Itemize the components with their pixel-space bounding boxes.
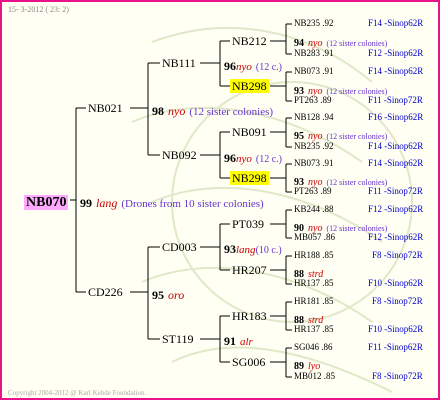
root-note: (Drones from 10 sister colonies) — [121, 198, 264, 210]
gen4-6-bot[interactable]: HR137 .85 — [294, 325, 334, 334]
gen4-0-note: (12 sister colonies) — [326, 39, 388, 48]
gen4-1-top-code: F14 -Sinop62R — [368, 66, 424, 76]
cd003-score: 93 — [224, 242, 236, 256]
gen4-0-bot[interactable]: NB283 .91 — [294, 49, 334, 58]
gen2-nb111-info: 98 nyo (12 sister colonies) — [152, 103, 273, 119]
gen2-node-st119[interactable]: ST119 — [162, 333, 194, 345]
nb298-label-a[interactable]: NB298 — [230, 79, 269, 93]
gen4-1-top[interactable]: NB073 .91 — [294, 67, 334, 76]
gen4-7-bot[interactable]: MB012 .85 — [294, 372, 335, 381]
gen4-6-top[interactable]: HR181 .85 — [294, 297, 334, 306]
gen4-4-top[interactable]: KB244 .88 — [294, 205, 334, 214]
gen4-3-bot[interactable]: PT263 .89 — [294, 187, 332, 196]
root-info: 99 lang (Drones from 10 sister colonies) — [80, 195, 264, 211]
gen2-node-cd003[interactable]: CD003 — [162, 241, 197, 253]
gen4-2-bot-code: F14 -Sinop62R — [368, 141, 424, 151]
gen4-1-bot-code: F11 -Sinop72R — [368, 95, 423, 105]
st119-score: 91 — [224, 334, 236, 348]
gen4-4-bot[interactable]: MB057 .86 — [294, 233, 335, 242]
gen3-node-hr183[interactable]: HR183 — [232, 310, 267, 322]
nb111-note: (12 sister colonies) — [189, 106, 274, 118]
gen4-7-top-code: F11 -Sinop62R — [368, 342, 423, 352]
gen4-0-top-code: F14 -Sinop62R — [368, 18, 424, 28]
gen3-node-sg006[interactable]: SG006 — [232, 356, 265, 368]
gen4-6-top-code: F8 -Sinop72R — [372, 296, 423, 306]
gen4-0-bot-code: F12 -Sinop62R — [368, 48, 424, 58]
pedigree-frame: 15- 3-2012 ( 23: 2) Copyright 2004-2012 … — [0, 0, 440, 400]
gen4-3-top-code: F14 -Sinop62R — [368, 158, 424, 168]
gen3-node-hr207[interactable]: HR207 — [232, 264, 267, 276]
gen4-2-note: (12 sister colonies) — [326, 132, 388, 141]
gen3-node-nb298-a[interactable]: NB298 — [230, 79, 269, 93]
gen4-2-top-code: F16 -Sinop62R — [368, 112, 424, 122]
st119-race: alr — [240, 336, 253, 348]
root-id[interactable]: NB070 — [24, 195, 69, 210]
gen2-node-nb092[interactable]: NB092 — [162, 149, 197, 161]
gen3-node-nb212[interactable]: NB212 — [232, 35, 267, 47]
nb298-label-b[interactable]: NB298 — [230, 171, 269, 185]
root-node[interactable]: NB070 — [24, 194, 69, 210]
gen4-7-top[interactable]: SG046 .86 — [294, 343, 333, 352]
gen3-node-nb091[interactable]: NB091 — [232, 126, 267, 138]
gen1-cd226-info: 95 oro — [152, 287, 184, 303]
gen1-node-cd226[interactable]: CD226 — [88, 286, 123, 298]
gen4-6-bot-code: F10 -Sinop62R — [368, 324, 424, 334]
root-race: lang — [96, 196, 118, 210]
gen4-5-bot-code: F10 -Sinop62R — [368, 278, 424, 288]
gen3-nb091-info: 96nyo (12 c.) — [224, 150, 282, 166]
cd226-score: 95 — [152, 288, 164, 302]
cd003-note: (10 c.) — [255, 245, 282, 256]
gen4-3-bot-code: F11 -Sinop72R — [368, 186, 423, 196]
gen4-5-bot[interactable]: HR137 .85 — [294, 279, 334, 288]
gen4-1-bot[interactable]: PT263 .89 — [294, 96, 332, 105]
cd003-race: lang — [236, 244, 256, 256]
gen2-cd003-info: 93lang(10 c.) — [224, 241, 282, 257]
gen4-4-bot-code: F12 -Sinop62R — [368, 232, 424, 242]
nb111-score: 98 — [152, 104, 164, 118]
nb111-race: nyo — [168, 104, 186, 118]
gen4-2-top[interactable]: NB128 .94 — [294, 113, 334, 122]
gen4-5-top[interactable]: HR188 .85 — [294, 251, 334, 260]
gen1-node-nb021[interactable]: NB021 — [88, 102, 123, 114]
gen4-0-top[interactable]: NB235 .92 — [294, 19, 334, 28]
nb212-score: 96 — [224, 59, 236, 73]
gen4-3-top[interactable]: NB073 .91 — [294, 159, 334, 168]
cd226-race: oro — [168, 288, 185, 302]
gen2-st119-info: 91 alr — [224, 333, 253, 349]
nb212-race: nyo — [236, 61, 252, 73]
root-score: 99 — [80, 196, 92, 210]
gen4-2-bot[interactable]: NB235 .92 — [294, 142, 334, 151]
gen4-7-bot-code: F8 -Sinop72R — [372, 371, 423, 381]
nb091-race: nyo — [236, 153, 252, 165]
nb091-score: 96 — [224, 151, 236, 165]
gen3-node-nb298-b[interactable]: NB298 — [230, 171, 269, 185]
gen4-5-top-code: F8 -Sinop72R — [372, 250, 423, 260]
gen4-4-top-code: F12 -Sinop62R — [368, 204, 424, 214]
gen3-node-pt039[interactable]: PT039 — [232, 218, 264, 230]
nb091-note: (12 c.) — [255, 154, 282, 165]
gen2-node-nb111[interactable]: NB111 — [162, 57, 196, 69]
nb212-note: (12 c.) — [255, 62, 282, 73]
gen3-nb212-info: 96nyo (12 c.) — [224, 58, 282, 74]
